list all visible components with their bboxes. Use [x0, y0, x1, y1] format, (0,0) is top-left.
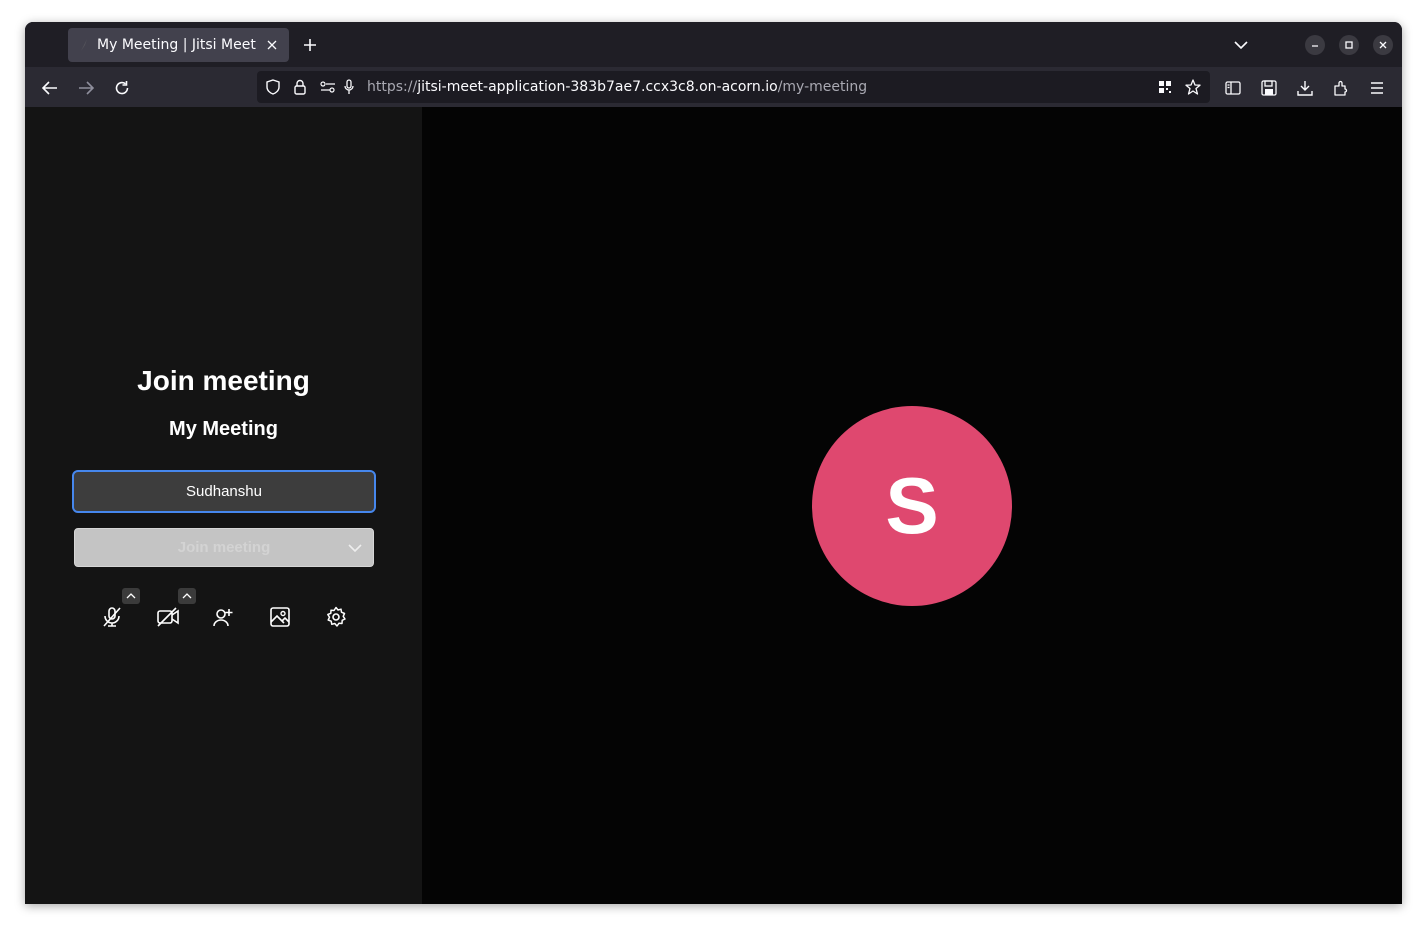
background-icon[interactable] [265, 602, 295, 632]
sidebar-icon[interactable] [1221, 76, 1245, 100]
minimize-icon[interactable] [1305, 35, 1325, 55]
bookmark-star-icon[interactable] [1185, 79, 1201, 95]
browser-window: My Meeting | Jitsi Meet https://jitsi-me… [25, 22, 1402, 904]
prejoin-panel: Join meeting My Meeting Join meeting [25, 107, 422, 904]
reload-icon[interactable] [110, 76, 134, 100]
qr-code-icon[interactable] [1157, 79, 1173, 95]
settings-icon[interactable] [321, 602, 351, 632]
downloads-icon[interactable] [1293, 76, 1317, 100]
avatar-initial: S [885, 461, 939, 550]
tab-active[interactable]: My Meeting | Jitsi Meet [68, 28, 289, 62]
permissions-icon[interactable] [320, 79, 336, 95]
join-meeting-button[interactable]: Join meeting [74, 528, 374, 567]
extensions-icon[interactable] [1329, 76, 1353, 100]
invite-icon[interactable] [209, 602, 239, 632]
navigation-bar: https://jitsi-meet-application-383b7ae7.… [25, 67, 1402, 107]
url-host: jitsi-meet-application-383b7ae7.ccx3c8.o… [417, 79, 778, 95]
menu-icon[interactable] [1365, 76, 1389, 100]
save-to-pocket-icon[interactable] [1257, 76, 1281, 100]
meeting-name: My Meeting [169, 418, 278, 440]
new-tab-icon[interactable] [299, 34, 321, 56]
url-scheme: https:// [367, 79, 418, 95]
prejoin-title: Join meeting [137, 365, 310, 396]
join-meeting-label: Join meeting [177, 539, 271, 556]
url-path: /my-meeting [777, 79, 868, 95]
url-text[interactable]: https://jitsi-meet-application-383b7ae7.… [367, 79, 867, 95]
mic-muted-icon[interactable] [97, 602, 127, 632]
close-tab-icon[interactable] [263, 36, 281, 54]
join-options-chevron-icon[interactable] [347, 541, 363, 555]
page-content: Join meeting My Meeting Join meeting [25, 107, 1402, 904]
forward-icon[interactable] [74, 76, 98, 100]
avatar: S [812, 406, 1012, 606]
tracking-shield-icon[interactable] [265, 79, 281, 95]
jitsi-favicon-icon [78, 38, 90, 52]
display-name-input[interactable] [72, 470, 376, 513]
tab-strip: My Meeting | Jitsi Meet [25, 22, 1402, 67]
tab-title: My Meeting | Jitsi Meet [97, 37, 256, 53]
close-window-icon[interactable] [1373, 35, 1393, 55]
camera-off-icon[interactable] [153, 602, 183, 632]
back-icon[interactable] [38, 76, 62, 100]
list-all-tabs-icon[interactable] [1230, 34, 1252, 56]
maximize-icon[interactable] [1339, 35, 1359, 55]
url-bar[interactable]: https://jitsi-meet-application-383b7ae7.… [257, 71, 1210, 103]
microphone-permission-icon[interactable] [341, 79, 357, 95]
lock-icon[interactable] [292, 79, 308, 95]
